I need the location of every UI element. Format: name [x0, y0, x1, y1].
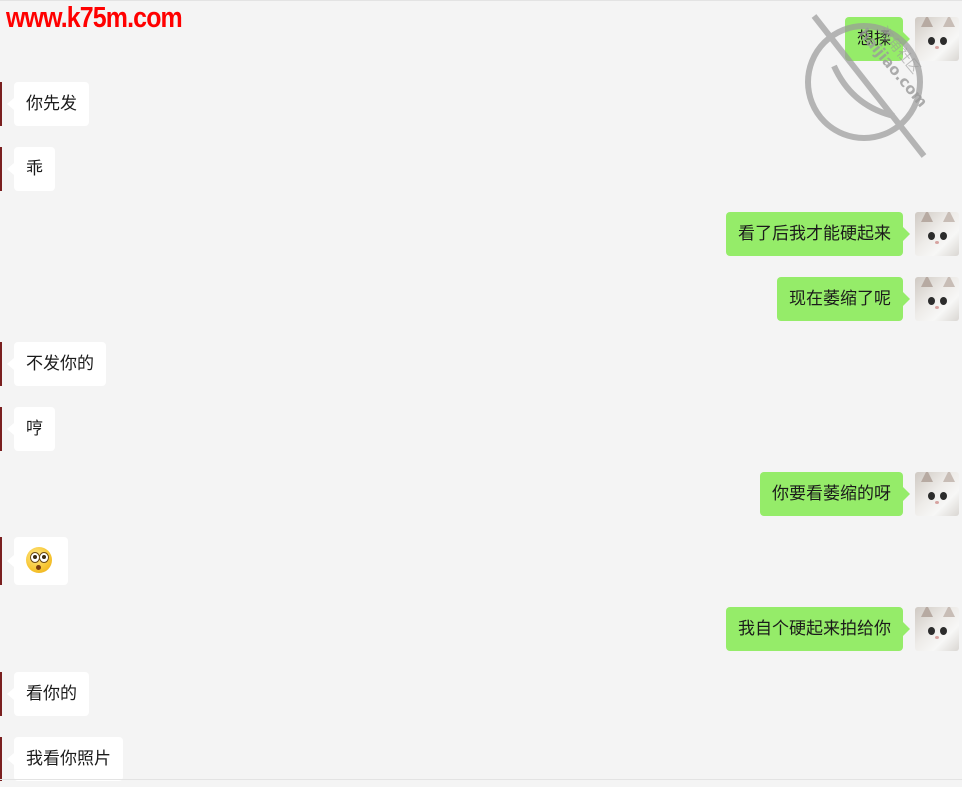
incoming-marker	[0, 672, 2, 716]
outgoing-message-bubble[interactable]: 现在萎缩了呢	[777, 277, 910, 321]
outgoing-message-bubble[interactable]: 你要看萎缩的呀	[760, 472, 910, 516]
incoming-message-bubble[interactable]: 乖	[14, 147, 55, 191]
incoming-message-bubble[interactable]: 哼	[14, 407, 55, 451]
incoming-marker	[0, 407, 2, 451]
message-row-incoming: 不发你的	[0, 342, 962, 386]
outgoing-message-bubble[interactable]: 我自个硬起来拍给你	[726, 607, 910, 651]
incoming-message-bubble[interactable]: 看你的	[14, 672, 89, 716]
surprised-face-emoji-icon	[26, 546, 52, 573]
user-avatar[interactable]	[915, 17, 959, 61]
user-avatar[interactable]	[915, 607, 959, 651]
incoming-message-bubble[interactable]: 你先发	[14, 82, 89, 126]
user-avatar[interactable]	[915, 212, 959, 256]
incoming-message-bubble[interactable]	[14, 537, 68, 585]
message-row-outgoing: 你要看萎缩的呀	[0, 472, 962, 516]
outgoing-message-bubble[interactable]: 想揉	[845, 17, 910, 61]
incoming-marker	[0, 147, 2, 191]
user-avatar[interactable]	[915, 472, 959, 516]
message-row-incoming: 乖	[0, 147, 962, 191]
incoming-message-bubble[interactable]: 我看你照片	[14, 737, 123, 781]
incoming-marker	[0, 342, 2, 386]
incoming-marker	[0, 537, 2, 585]
message-row-incoming: 哼	[0, 407, 962, 451]
message-row-outgoing: 看了后我才能硬起来	[0, 212, 962, 256]
site-url-watermark: www.k75m.com	[6, 2, 183, 34]
bottom-divider	[0, 779, 962, 780]
message-row-outgoing: 现在萎缩了呢	[0, 277, 962, 321]
message-row-incoming	[0, 537, 962, 585]
outgoing-message-bubble[interactable]: 看了后我才能硬起来	[726, 212, 910, 256]
incoming-message-bubble[interactable]: 不发你的	[14, 342, 106, 386]
incoming-marker	[0, 82, 2, 126]
incoming-marker	[0, 737, 2, 781]
message-row-incoming: 我看你照片	[0, 737, 962, 781]
user-avatar[interactable]	[915, 277, 959, 321]
message-row-incoming: 看你的	[0, 672, 962, 716]
message-row-outgoing: 我自个硬起来拍给你	[0, 607, 962, 651]
message-row-incoming: 你先发	[0, 82, 962, 126]
